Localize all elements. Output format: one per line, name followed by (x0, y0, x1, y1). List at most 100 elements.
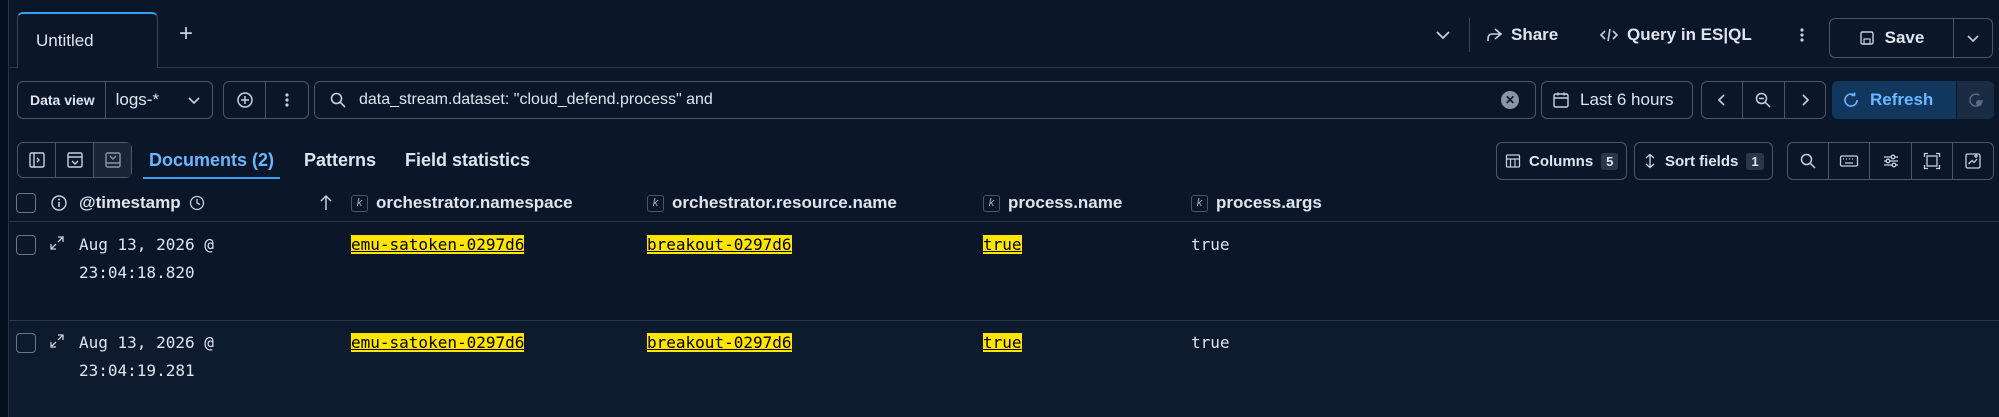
sort-fields-label: Sort fields (1665, 152, 1739, 170)
clear-icon[interactable]: ✕ (1501, 91, 1519, 109)
sort-icon (1645, 153, 1655, 169)
keyword-type-icon: k (351, 194, 368, 212)
tabs-menu-button[interactable] (1434, 16, 1452, 54)
filter-menu-button[interactable] (266, 82, 308, 118)
expand-icon[interactable] (49, 333, 65, 349)
sidebar-icon (28, 152, 45, 168)
data-view-label: Data view (18, 82, 106, 118)
select-all-checkbox[interactable] (16, 193, 36, 213)
refresh-button[interactable]: Refresh (1832, 81, 1956, 119)
refresh-label: Refresh (1870, 90, 1934, 109)
row-checkbox[interactable] (16, 333, 36, 353)
info-icon[interactable] (50, 194, 68, 212)
cell-process-args: true (1191, 333, 1230, 352)
chart-plus-icon (1965, 153, 1981, 169)
data-view-picker[interactable]: Data view logs-* (17, 81, 213, 119)
cell-process-args: true (1191, 235, 1230, 254)
keyboard-icon (1840, 155, 1859, 167)
timestamp-time: 23:04:18.820 (79, 263, 195, 282)
expand-icon[interactable] (49, 235, 65, 251)
column-header-namespace[interactable]: k orchestrator.namespace (351, 193, 573, 213)
query-esql-button[interactable]: Query in ES|QL (1599, 16, 1752, 54)
refresh-button-group: Refresh (1832, 81, 1994, 119)
query-input[interactable]: data_stream.dataset: "cloud_defend.proce… (314, 81, 1536, 119)
add-to-dashboard-button[interactable] (1953, 143, 1993, 179)
cell-timestamp: Aug 13, 2026 @ 23:04:18.820 (79, 231, 214, 287)
refresh-icon (1844, 92, 1858, 107)
columns-button[interactable]: Columns 5 (1496, 142, 1628, 180)
column-header-process-args[interactable]: k process.args (1191, 193, 1322, 213)
column-namespace-label: orchestrator.namespace (376, 193, 573, 212)
cell-timestamp: Aug 13, 2026 @ 23:04:19.281 (79, 329, 214, 385)
columns-count-badge: 5 (1601, 152, 1619, 170)
code-icon (1599, 28, 1619, 42)
chevron-down-icon (1967, 35, 1979, 43)
more-options-button[interactable] (1799, 16, 1805, 54)
chevron-right-icon (1802, 94, 1809, 106)
time-nav-group (1701, 81, 1826, 119)
tab-patterns[interactable]: Patterns (304, 150, 376, 171)
fullscreen-button[interactable] (1912, 143, 1953, 179)
more-vertical-icon (1800, 28, 1804, 42)
highlighted-value: true (983, 333, 1022, 352)
keyboard-shortcuts-button[interactable] (1829, 143, 1871, 179)
time-forward-button[interactable] (1785, 82, 1825, 118)
grid-search-button[interactable] (1788, 143, 1830, 179)
time-back-button[interactable] (1702, 82, 1744, 118)
add-tab-icon[interactable]: + (179, 22, 193, 46)
data-view-value: logs-* (115, 90, 160, 109)
search-icon (329, 91, 347, 109)
share-button[interactable]: Share (1485, 16, 1558, 54)
search-icon (1800, 153, 1816, 169)
tab-untitled[interactable]: Untitled (17, 12, 158, 68)
timestamp-date: Aug 13, 2026 @ (79, 235, 214, 254)
display-settings-button[interactable] (1870, 143, 1912, 179)
table-icon (1505, 154, 1521, 168)
toggle-sidebar-button[interactable] (18, 143, 56, 177)
calendar-icon (1553, 92, 1569, 108)
table-header: @timestamp k orchestrator.namespace k or… (9, 184, 1999, 222)
sort-fields-button[interactable]: Sort fields 1 (1634, 142, 1773, 180)
timestamp-time: 23:04:19.281 (79, 361, 195, 380)
sort-ascending-icon[interactable] (319, 194, 333, 212)
save-button-group: Save (1829, 18, 1993, 58)
column-header-timestamp[interactable]: @timestamp (79, 193, 205, 213)
filter-buttons (223, 81, 309, 119)
add-filter-button[interactable] (224, 82, 267, 118)
chevron-down-icon (1436, 31, 1450, 40)
row-checkbox[interactable] (16, 235, 36, 255)
share-icon (1487, 28, 1503, 41)
auto-refresh-button[interactable] (1956, 81, 1994, 119)
tab-documents[interactable]: Documents (2) (142, 150, 281, 179)
table-row[interactable]: Aug 13, 2026 @ 23:04:18.820 emu-satoken-… (9, 223, 1999, 321)
cell-resource-name: breakout-0297d6 (647, 231, 792, 259)
fullscreen-icon (1923, 152, 1940, 170)
toggle-table-button[interactable] (94, 143, 131, 177)
query-esql-label: Query in ES|QL (1627, 25, 1752, 44)
save-button[interactable]: Save (1830, 19, 1954, 57)
auto-refresh-icon (1968, 93, 1983, 107)
date-picker-button[interactable]: Last 6 hours (1541, 81, 1693, 119)
cell-namespace: emu-satoken-0297d6 (351, 329, 525, 357)
save-options-button[interactable] (1954, 19, 1992, 57)
column-header-process-name[interactable]: k process.name (983, 193, 1122, 213)
top-bar: Untitled + Share Query in ES|QL Save (9, 0, 1999, 68)
toolbar-divider (1469, 18, 1470, 52)
timestamp-date: Aug 13, 2026 @ (79, 333, 214, 352)
keyword-type-icon: k (1191, 194, 1208, 212)
settings-sliders-icon (1883, 154, 1898, 168)
query-row: Data view logs-* data_stream.dataset: "c… (9, 76, 1999, 124)
cell-namespace: emu-satoken-0297d6 (351, 231, 525, 259)
zoom-out-button[interactable] (1743, 82, 1785, 118)
tab-field-statistics[interactable]: Field statistics (405, 150, 530, 171)
toggle-chart-button[interactable] (56, 143, 94, 177)
panel-bottom-icon (104, 152, 121, 168)
table-row[interactable]: Aug 13, 2026 @ 23:04:19.281 emu-satoken-… (9, 321, 1999, 417)
cell-process-name: true (983, 231, 1022, 259)
highlighted-value: emu-satoken-0297d6 (351, 235, 525, 254)
column-header-resource-name[interactable]: k orchestrator.resource.name (647, 193, 897, 213)
share-label: Share (1511, 25, 1559, 44)
save-icon (1859, 31, 1874, 45)
column-resource-name-label: orchestrator.resource.name (672, 193, 897, 212)
keyword-type-icon: k (647, 194, 664, 212)
